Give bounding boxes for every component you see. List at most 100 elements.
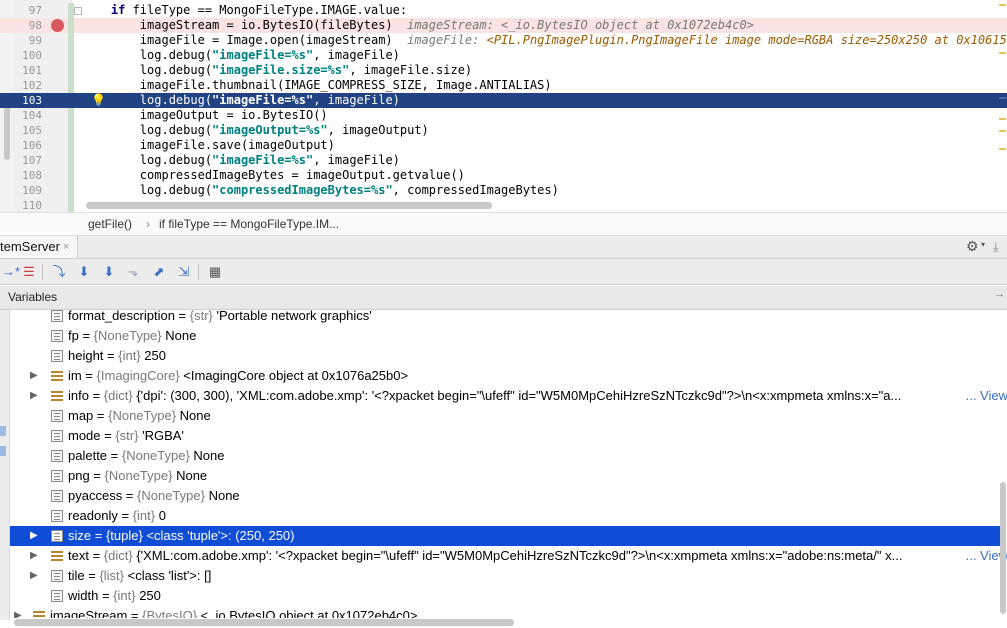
field-icon: [51, 430, 63, 442]
variable-row-png[interactable]: png = {NoneType} None: [10, 466, 1000, 486]
line-number[interactable]: 109: [14, 183, 42, 198]
variable-row-size[interactable]: ▶ size = {tuple} <class 'tuple'>: (250, 2…: [10, 526, 1000, 546]
vcs-change-marker[interactable]: [68, 48, 74, 63]
code-line[interactable]: 104 imageOutput = io.BytesIO(): [0, 108, 1007, 123]
variable-row-palette[interactable]: palette = {NoneType} None: [10, 446, 1000, 466]
variables-vertical-scrollbar[interactable]: [1000, 482, 1006, 614]
vcs-change-marker[interactable]: [68, 123, 74, 138]
line-number[interactable]: 108: [14, 168, 42, 183]
variable-row-tile[interactable]: ▶ tile = {list} <class 'list'>: []: [10, 566, 1000, 586]
code-line[interactable]: 107 log.debug("imageFile=%s", imageFile): [0, 153, 1007, 168]
vcs-change-marker[interactable]: [68, 138, 74, 153]
evaluate-expression-icon[interactable]: ▦: [206, 263, 224, 281]
code-line[interactable]: 98 imageStream = io.BytesIO(fileBytes) i…: [0, 18, 1007, 33]
variable-row-width[interactable]: width = {int} 250: [10, 586, 1000, 606]
field-icon: [51, 350, 63, 362]
line-number[interactable]: 98: [14, 18, 42, 33]
code-line[interactable]: 108 compressedImageBytes = imageOutput.g…: [0, 168, 1007, 183]
code-line[interactable]: 106 imageFile.save(imageOutput): [0, 138, 1007, 153]
expand-arrow-icon[interactable]: ▶: [30, 566, 38, 586]
frames-toggle[interactable]: [0, 426, 6, 436]
breadcrumb-item-if-block[interactable]: if fileType == MongoFileType.IM...: [159, 213, 339, 235]
expand-arrow-icon[interactable]: ▶: [30, 386, 38, 406]
variable-type: {NoneType}: [93, 328, 166, 343]
vcs-change-marker[interactable]: [68, 198, 74, 212]
variable-row-imageStream[interactable]: ▶ imageStream = {BytesIO} <_io.BytesIO ob…: [10, 606, 1000, 618]
editor-horizontal-scrollbar[interactable]: [86, 202, 492, 209]
expand-arrow-icon[interactable]: ▶: [14, 606, 22, 618]
hide-panel-icon[interactable]: ⤓: [993, 239, 999, 255]
line-number[interactable]: 110: [14, 198, 42, 212]
code-line[interactable]: 101 log.debug("imageFile.size=%s", image…: [0, 63, 1007, 78]
variables-horizontal-scrollbar[interactable]: [14, 619, 514, 626]
variable-row-fp[interactable]: fp = {NoneType} None: [10, 326, 1000, 346]
run-to-cursor-icon[interactable]: ⇲: [175, 263, 193, 281]
view-link[interactable]: ... View: [962, 386, 1007, 406]
rerun-icon[interactable]: →*: [2, 263, 20, 281]
code-line[interactable]: 100 log.debug("imageFile=%s", imageFile): [0, 48, 1007, 63]
code-line[interactable]: 109 log.debug("compressedImageBytes=%s",…: [0, 183, 1007, 198]
vcs-change-marker[interactable]: [68, 78, 74, 93]
variable-text: palette = {NoneType} None: [68, 446, 225, 466]
variable-value: 0: [158, 508, 166, 523]
vcs-change-marker[interactable]: [68, 153, 74, 168]
variable-row-mode[interactable]: mode = {str} 'RGBA': [10, 426, 1000, 446]
step-into-icon[interactable]: ⬇: [75, 263, 93, 281]
variable-name: info =: [68, 388, 104, 403]
line-number[interactable]: 101: [14, 63, 42, 78]
code-line[interactable]: 105 log.debug("imageOutput=%s", imageOut…: [0, 123, 1007, 138]
gear-icon[interactable]: ⚙: [966, 238, 979, 255]
vcs-change-marker[interactable]: [68, 63, 74, 78]
code-line[interactable]: 102 imageFile.thumbnail(IMAGE_COMPRESS_S…: [0, 78, 1007, 93]
vcs-change-marker[interactable]: [68, 183, 74, 198]
code-editor[interactable]: 97 if fileType == MongoFileType.IMAGE.va…: [0, 0, 1007, 212]
breadcrumb-item-getfile[interactable]: getFile(): [88, 213, 132, 235]
breakpoint-icon[interactable]: [51, 19, 64, 32]
variable-row-map[interactable]: map = {NoneType} None: [10, 406, 1000, 426]
variable-row-info[interactable]: ▶ info = {dict} {'dpi': (300, 300), 'XML:…: [10, 386, 1007, 406]
editor-error-stripe[interactable]: [999, 0, 1007, 212]
field-icon: [51, 310, 63, 322]
variable-text: format_description = {str} 'Portable net…: [68, 310, 372, 326]
step-over-icon[interactable]: ⤵: [50, 263, 68, 281]
code-line[interactable]: 99 imageFile = Image.open(imageStream) i…: [0, 33, 1007, 48]
variables-tree[interactable]: format_description = {str} 'Portable net…: [10, 310, 1007, 618]
vcs-change-marker[interactable]: [68, 18, 74, 33]
force-step-into-icon[interactable]: ⬎: [124, 263, 142, 281]
variable-type: {NoneType}: [108, 408, 180, 423]
variable-row-text[interactable]: ▶ text = {dict} {'XML:com.adobe.xmp': '<?…: [10, 546, 1007, 566]
line-number[interactable]: 102: [14, 78, 42, 93]
line-number[interactable]: 100: [14, 48, 42, 63]
vcs-change-marker[interactable]: [68, 33, 74, 48]
expand-arrow-icon[interactable]: ▶: [30, 546, 38, 566]
variable-row-readonly[interactable]: readonly = {int} 0: [10, 506, 1000, 526]
pin-icon[interactable]: →: [994, 288, 1005, 300]
vcs-change-marker[interactable]: [68, 108, 74, 123]
step-out-icon[interactable]: ⬈: [150, 263, 168, 281]
watches-toggle[interactable]: [0, 446, 6, 456]
variable-type: {ImagingCore}: [96, 368, 184, 383]
line-number[interactable]: 103: [14, 93, 42, 108]
chevron-down-icon[interactable]: ▾: [981, 240, 985, 249]
variable-row-im[interactable]: ▶ im = {ImagingCore} <ImagingCore object …: [10, 366, 1000, 386]
line-number[interactable]: 106: [14, 138, 42, 153]
code-line[interactable]: 103 💡 log.debug("imageFile=%s", imageFile…: [0, 93, 1007, 108]
line-number[interactable]: 107: [14, 153, 42, 168]
tab-debug-session[interactable]: temServer ×: [0, 236, 78, 258]
line-number[interactable]: 105: [14, 123, 42, 138]
variable-row-pyaccess[interactable]: pyaccess = {NoneType} None: [10, 486, 1000, 506]
object-icon: [51, 390, 63, 402]
expand-arrow-icon[interactable]: ▶: [30, 366, 38, 386]
variable-row-format_description[interactable]: format_description = {str} 'Portable net…: [10, 310, 1000, 326]
code-line[interactable]: 97 if fileType == MongoFileType.IMAGE.va…: [0, 3, 1007, 18]
line-number[interactable]: 99: [14, 33, 42, 48]
fold-icon[interactable]: [74, 7, 82, 15]
line-number[interactable]: 97: [14, 3, 42, 18]
variable-row-height[interactable]: height = {int} 250: [10, 346, 1000, 366]
vcs-change-marker[interactable]: [68, 168, 74, 183]
step-into-my-code-icon[interactable]: ⬇: [100, 263, 118, 281]
line-number[interactable]: 104: [14, 108, 42, 123]
close-icon[interactable]: ×: [63, 236, 69, 258]
show-execution-point-icon[interactable]: ☰: [20, 263, 38, 281]
expand-arrow-icon[interactable]: ▶: [30, 526, 38, 546]
